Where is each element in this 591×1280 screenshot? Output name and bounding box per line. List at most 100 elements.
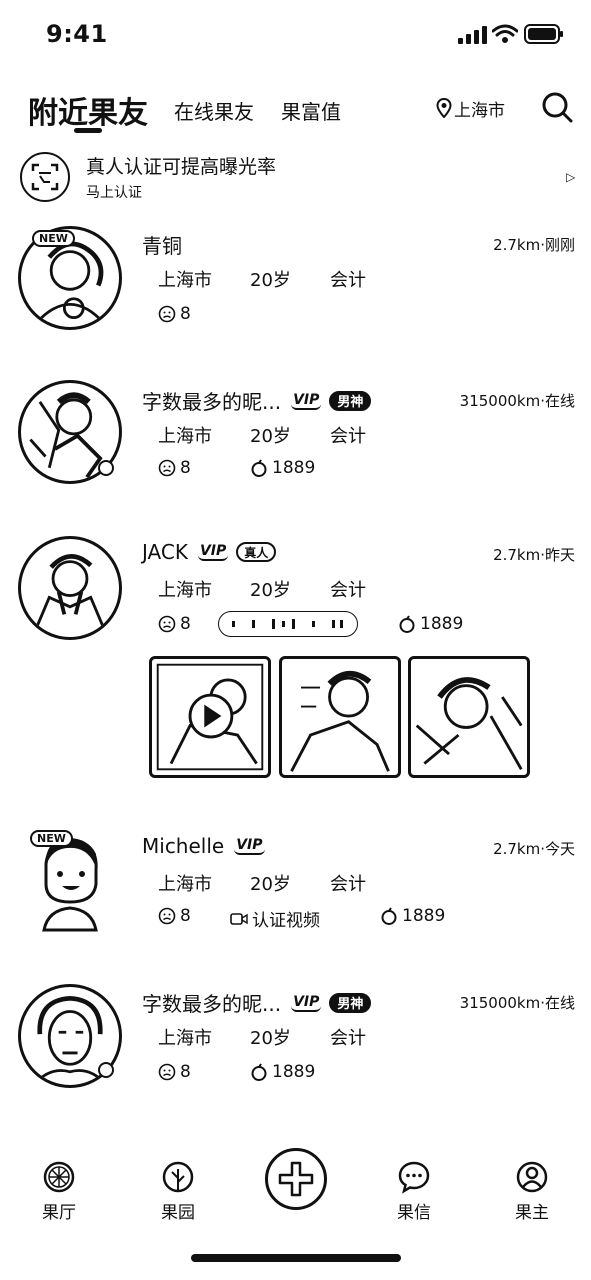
fruit-stat: 1889 [398,614,463,634]
fruit-stat: 1889 [250,1062,315,1082]
user-city: 上海市 [158,580,212,601]
user-stats: 8 1889 [158,611,478,638]
nav-profile[interactable]: 果主 [502,1160,562,1223]
fruit-icon [251,459,267,477]
user-job: 会计 [330,874,366,895]
verify-banner[interactable]: 真人认证可提高曝光率 马上认证 ▷ [0,148,591,208]
user-name-text: Michelle [142,834,225,858]
like-stat: 8 [158,458,191,478]
user-city: 上海市 [158,1028,212,1049]
like-stat: 8 [158,304,191,324]
user-city: 上海市 [158,270,212,291]
signal-icon [458,26,487,44]
photo-image [290,670,390,772]
home-indicator[interactable] [191,1254,401,1262]
fruit-icon [251,1063,267,1081]
status-bar: 9:41 [0,0,591,70]
fruit-icon [399,615,415,633]
like-count: 8 [180,1062,191,1082]
vip-badge: VIP [291,391,322,410]
new-badge: NEW [32,230,75,247]
photo-thumbnail[interactable] [279,656,401,778]
tab-rich-value[interactable]: 果富值 [281,96,341,125]
fruit-count: 1889 [420,614,464,634]
user-name: 字数最多的昵... VIP 男神 [142,386,372,415]
plus-icon [278,1161,314,1197]
user-card[interactable]: 字数最多的昵... VIP 男神 315000km·在线 上海市 20岁 会计 … [0,984,591,1104]
like-count: 8 [180,906,191,926]
nav-garden-label: 果园 [161,1203,195,1223]
god-badge: 男神 [329,992,372,1013]
photo-image [415,677,523,771]
tab-nearby[interactable]: 附近果友 [28,88,148,132]
face-verify-icon [20,152,70,202]
real-person-badge: 真人 [236,542,277,562]
leaf-icon [162,1161,194,1193]
video-verify-stat[interactable]: 认证视频 [230,906,320,931]
user-card[interactable]: JACK VIP 真人 2.7km·昨天 上海市 20岁 会计 8 1889 [0,536,591,786]
nav-messages[interactable]: 果信 [384,1160,444,1223]
nav-hall[interactable]: 果厅 [29,1160,89,1223]
like-count: 8 [180,304,191,324]
user-age: 20岁 [250,580,291,601]
tab-active-indicator [74,128,102,133]
nav-hall-label: 果厅 [42,1203,76,1223]
add-button[interactable] [265,1148,327,1210]
chevron-right-icon: ▷ [566,170,576,184]
user-job: 会计 [330,270,366,291]
vip-badge: VIP [234,837,265,855]
user-stats: 8 1889 [158,458,458,482]
user-age: 20岁 [250,1028,291,1049]
fruit-stat: 1889 [380,906,445,926]
user-card[interactable]: 字数最多的昵... VIP 男神 315000km·在线 上海市 20岁 会计 … [0,380,591,500]
nav-messages-label: 果信 [397,1203,431,1223]
voice-intro-button[interactable] [218,611,358,637]
user-name: Michelle VIP [142,834,265,858]
search-icon[interactable] [540,90,574,124]
online-indicator [98,1062,114,1078]
online-indicator [98,460,114,476]
like-count: 8 [180,614,191,634]
verify-subtitle[interactable]: 马上认证 [86,182,142,202]
location-selector[interactable]: 上海市 [436,96,505,121]
orange-slice-icon [43,1161,75,1193]
user-distance: 2.7km·今天 [493,840,575,858]
smile-icon [158,615,176,633]
god-badge: 男神 [329,390,372,411]
fruit-stat: 1889 [250,458,315,478]
fruit-icon [381,907,397,925]
user-card[interactable]: NEW Michelle VIP 2.7km·今天 上海市 20岁 会计 8 认… [0,828,591,948]
chat-bubble-icon [398,1161,430,1194]
user-name-text: 字数最多的昵... [142,390,282,414]
user-distance: 315000km·在线 [459,392,575,410]
user-job: 会计 [330,580,366,601]
avatar[interactable] [18,536,122,640]
nav-profile-label: 果主 [515,1203,549,1223]
vip-badge: VIP [291,993,322,1012]
wifi-icon [492,24,518,43]
user-age: 20岁 [250,426,291,447]
new-badge: NEW [30,830,73,847]
user-age: 20岁 [250,270,291,291]
user-city: 上海市 [158,874,212,895]
user-city: 上海市 [158,426,212,447]
user-distance: 2.7km·昨天 [493,546,575,564]
smile-icon [158,907,176,925]
video-verify-label: 认证视频 [252,911,320,931]
nav-garden[interactable]: 果园 [148,1160,208,1223]
photo-thumbnail[interactable] [149,656,271,778]
like-stat: 8 [158,614,191,634]
smile-icon [158,459,176,477]
tab-online[interactable]: 在线果友 [174,96,254,125]
user-stats: 8 1889 [158,1062,458,1086]
user-card[interactable]: NEW 青铜 2.7km·刚刚 上海市 20岁 会计 8 [0,226,591,346]
photo-thumbnail[interactable] [408,656,530,778]
fruit-count: 1889 [272,1062,316,1082]
user-job: 会计 [330,426,366,447]
status-time: 9:41 [46,20,108,48]
user-name: 青铜 [142,234,182,258]
user-icon [516,1161,548,1193]
like-stat: 8 [158,906,191,926]
header-tabs: 附近果友 在线果友 果富值 上海市 [0,84,591,144]
smile-icon [158,1063,176,1081]
